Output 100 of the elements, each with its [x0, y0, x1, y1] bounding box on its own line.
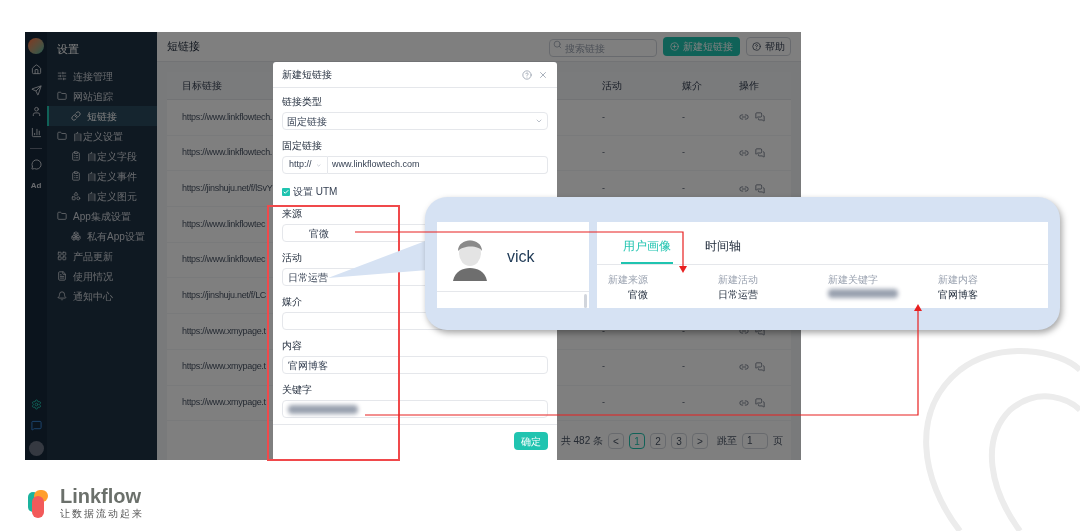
- item-icon: [57, 291, 67, 301]
- table-cell: -: [602, 325, 605, 336]
- utm-label: 设置 UTM: [293, 186, 338, 198]
- user-name: vick: [507, 246, 535, 267]
- sidebar-item[interactable]: 自定义设置: [47, 126, 157, 146]
- help-icon[interactable]: [522, 69, 532, 80]
- table-cell: https://www.linkflowtec: [182, 254, 266, 265]
- sidebar-title: 设置: [56, 41, 80, 57]
- table-cell: -: [602, 111, 605, 122]
- confirm-button[interactable]: 确定: [514, 432, 548, 450]
- column-header: 媒介: [682, 80, 702, 91]
- table-cell: https://www.xmypage.t: [182, 397, 266, 408]
- item-icon: [71, 231, 81, 241]
- sidebar-item[interactable]: 自定义事件: [47, 166, 157, 186]
- item-icon: [57, 131, 67, 141]
- column-header: 活动: [602, 80, 622, 91]
- item-icon: [57, 251, 67, 261]
- sidebar-item[interactable]: 通知中心: [47, 286, 157, 306]
- table-cell: -: [682, 182, 685, 193]
- jump-label: 跳至: [717, 434, 737, 449]
- sidebar-item[interactable]: 私有App设置: [47, 226, 157, 246]
- field-label: 链接类型: [282, 96, 322, 108]
- rail-icon[interactable]: [30, 85, 42, 96]
- help-icon: [752, 42, 761, 51]
- rail-icon[interactable]: [30, 64, 42, 75]
- table-cell: -: [682, 111, 685, 122]
- table-cell: https://jinshuju.net/f/LC: [182, 290, 267, 301]
- attribute-label: 新建来源: [608, 274, 648, 286]
- blurred-text: [288, 404, 358, 414]
- table-cell: https://www.linkflowtec: [182, 218, 266, 229]
- item-icon: [71, 191, 81, 201]
- table-cell: -: [682, 325, 685, 336]
- page-input[interactable]: 1: [742, 432, 768, 449]
- brand-name: Linkflow: [60, 486, 143, 506]
- table-cell: -: [602, 397, 605, 408]
- sidebar-item[interactable]: 短链接: [47, 106, 157, 126]
- item-icon: [57, 271, 67, 281]
- attribute-label: 新建活动: [718, 274, 758, 286]
- chevron-down-icon: [315, 161, 321, 169]
- rail-icon[interactable]: [30, 106, 42, 117]
- help-button[interactable]: 帮助: [746, 37, 791, 56]
- page-unit: 页: [773, 434, 783, 449]
- field-label: 来源: [282, 208, 302, 220]
- plus-icon: [670, 42, 679, 51]
- prev-page-button[interactable]: <: [608, 432, 624, 449]
- column-header: 目标链接: [182, 80, 222, 91]
- attribute-label: 新建关键字: [828, 274, 878, 286]
- avatar-icon[interactable]: [28, 441, 44, 456]
- total-count: 共 482 条: [560, 434, 603, 449]
- check-icon: [283, 189, 289, 195]
- item-icon: [71, 111, 81, 121]
- close-icon[interactable]: [538, 69, 548, 80]
- page-button[interactable]: 1: [629, 432, 645, 449]
- table-cell: -: [602, 182, 605, 193]
- attribute-value: 官网博客: [938, 289, 978, 301]
- message-icon[interactable]: [30, 420, 42, 431]
- table-cell: https://jinshuju.net/f/lSvY: [182, 182, 273, 193]
- sidebar-item[interactable]: 产品更新: [47, 246, 157, 266]
- page-title: 短链接: [167, 39, 200, 55]
- field-label: 关键字: [282, 384, 312, 396]
- item-icon: [57, 71, 67, 81]
- sidebar-item[interactable]: 连接管理: [47, 66, 157, 86]
- sidebar-item[interactable]: 使用情况: [47, 266, 157, 286]
- table-cell: -: [682, 397, 685, 408]
- field-label: 媒介: [282, 296, 302, 308]
- url-input[interactable]: www.linkflowtech.com: [328, 156, 548, 174]
- attribute-value: 官微: [628, 289, 648, 301]
- field-label: 固定链接: [282, 140, 322, 152]
- item-icon: [57, 211, 67, 221]
- chevron-down-icon: [535, 117, 543, 125]
- column-header: 操作: [739, 80, 759, 91]
- sidebar-item[interactable]: 自定义字段: [47, 146, 157, 166]
- text-input[interactable]: 官网博客: [282, 356, 548, 374]
- table-cell: -: [682, 147, 685, 158]
- profile-tab[interactable]: 时间轴: [703, 230, 743, 264]
- protocol-select[interactable]: http://: [282, 156, 328, 174]
- table-cell: -: [682, 361, 685, 372]
- ad-rail-item[interactable]: Ad: [30, 180, 42, 192]
- text-input[interactable]: [282, 400, 548, 418]
- sidebar-item[interactable]: 自定义图元: [47, 186, 157, 206]
- sidebar-item[interactable]: App集成设置: [47, 206, 157, 226]
- link-type-select[interactable]: 固定链接: [282, 112, 548, 130]
- page-button[interactable]: 3: [671, 432, 687, 449]
- rail-icon[interactable]: [30, 127, 42, 138]
- new-link-button[interactable]: 新建短链接: [663, 37, 740, 56]
- dialog-title: 新建短链接: [282, 68, 332, 82]
- next-page-button[interactable]: >: [692, 432, 708, 449]
- item-icon: [57, 91, 67, 101]
- utm-checkbox[interactable]: [282, 188, 290, 196]
- settings-icon[interactable]: [30, 399, 42, 410]
- table-cell: -: [602, 361, 605, 372]
- page-button[interactable]: 2: [650, 432, 666, 449]
- item-icon: [71, 151, 81, 161]
- attribute-label: 新建内容: [938, 274, 978, 286]
- table-cell: https://www.linkflowtech.: [182, 147, 273, 158]
- table-cell: https://www.xmypage.t: [182, 325, 266, 336]
- sidebar-item[interactable]: 网站追踪: [47, 86, 157, 106]
- table-cell: -: [602, 147, 605, 158]
- profile-tab[interactable]: 用户画像: [621, 230, 673, 264]
- attribute-value: 日常运营: [718, 289, 758, 301]
